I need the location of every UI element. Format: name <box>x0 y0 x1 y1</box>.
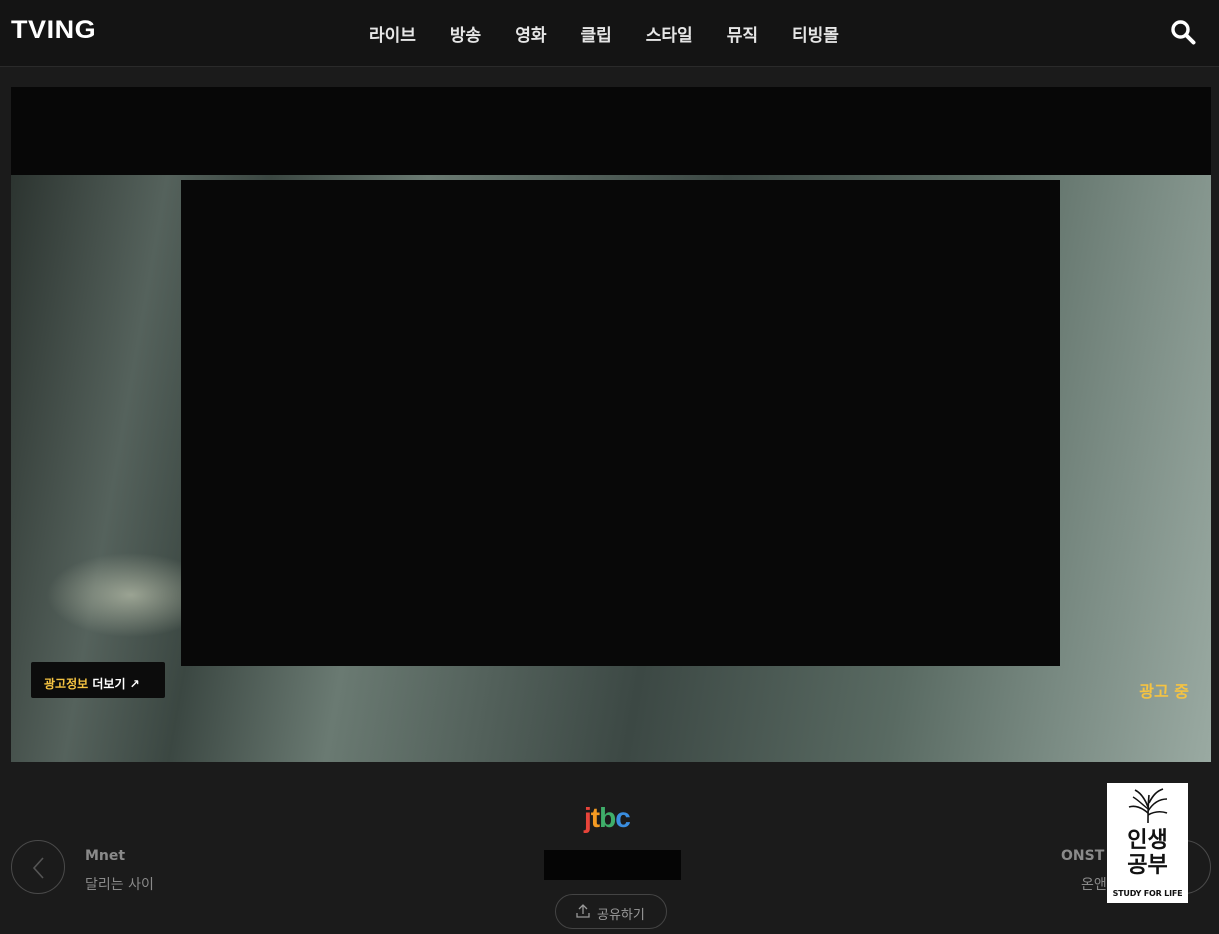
study-for-life-banner[interactable]: 인생 공부 STUDY FOR LIFE <box>1107 783 1188 903</box>
top-header: TVING 라이브 방송 영화 클립 스타일 뮤직 티빙몰 <box>0 0 1219 67</box>
plant-icon <box>1128 788 1168 824</box>
nav-clip[interactable]: 클립 <box>580 21 611 46</box>
share-icon <box>576 904 590 918</box>
share-label: 공유하기 <box>597 908 645 923</box>
nav-music[interactable]: 뮤직 <box>727 21 758 46</box>
prev-program-title[interactable]: 달리는 사이 <box>85 874 154 894</box>
nav-tvingmall[interactable]: 티빙몰 <box>792 21 839 46</box>
mnet-channel-logo: Mnet <box>85 848 126 864</box>
ad-more-label: 더보기 <box>92 677 126 691</box>
tving-logo[interactable]: TVING <box>11 16 96 45</box>
nav-movie[interactable]: 영화 <box>515 21 546 46</box>
current-program-title <box>544 850 681 880</box>
ad-info-button[interactable]: 광고정보 더보기 ↗ <box>31 662 165 698</box>
search-icon[interactable] <box>1170 19 1196 45</box>
banner-tagline: STUDY FOR LIFE <box>1112 889 1183 898</box>
share-button[interactable]: 공유하기 <box>555 894 667 929</box>
main-nav: 라이브 방송 영화 클립 스타일 뮤직 티빙몰 <box>369 21 873 46</box>
nav-live[interactable]: 라이브 <box>369 21 416 46</box>
prev-channel-button[interactable] <box>11 840 65 894</box>
channel-navigation: Mnet 달리는 사이 jtbc 공유하기 ONST 온앤 <box>0 762 1219 934</box>
next-program-title[interactable]: 온앤 <box>1081 874 1107 894</box>
ad-info-label: 광고정보 <box>44 677 89 691</box>
external-link-icon: ↗ <box>129 677 140 691</box>
jtbc-channel-logo: jtbc <box>584 802 631 833</box>
banner-text: 인생 공부 <box>1127 828 1168 878</box>
video-player[interactable]: 광고정보 더보기 ↗ 광고 중 <box>11 87 1211 762</box>
video-content-area <box>181 180 1060 666</box>
chevron-left-icon <box>32 857 44 879</box>
onstyle-channel-logo: ONST <box>1061 848 1105 864</box>
ad-status-label: 광고 중 <box>1139 682 1189 701</box>
nav-style[interactable]: 스타일 <box>646 21 693 46</box>
nav-broadcast[interactable]: 방송 <box>450 21 481 46</box>
